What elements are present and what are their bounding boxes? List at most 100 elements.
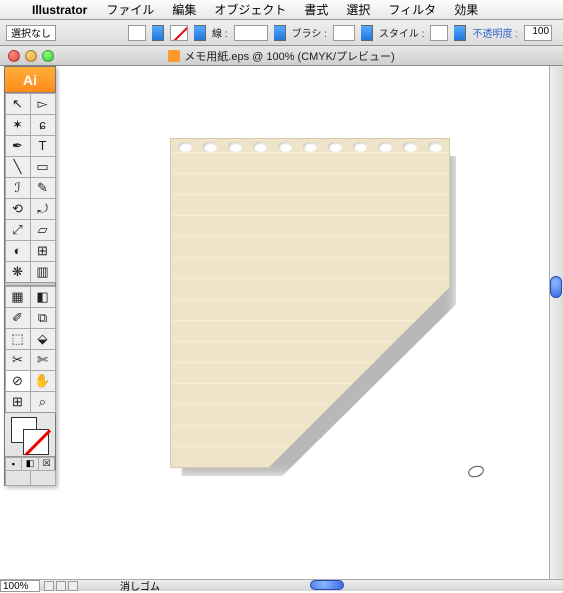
hole-icon xyxy=(178,142,192,152)
hole-icon xyxy=(203,142,217,152)
stroke-swatch[interactable] xyxy=(170,25,188,41)
document-titlebar: メモ用紙.eps @ 100% (CMYK/プレビュー) xyxy=(0,46,563,66)
warp-tool[interactable]: ◐ xyxy=(5,240,31,262)
hole-icon xyxy=(353,142,367,152)
nav-right-icon[interactable] xyxy=(68,581,78,591)
fill-stroke-control[interactable] xyxy=(5,412,55,456)
hole-icon xyxy=(303,142,317,152)
nav-left-icon[interactable] xyxy=(56,581,66,591)
system-menubar: Illustrator ファイル 編集 オブジェクト 書式 選択 フィルタ 効果 xyxy=(0,0,563,20)
slice-tool[interactable]: ✂ xyxy=(5,349,31,371)
line-tool[interactable]: ╲ xyxy=(5,156,31,178)
tool-grid: ↖ ▻ ✶ ɕ ✒ T ╲ ▭ ℐ ✎ ⟲ ⤾ ⤢ ▱ ◐ ⊞ ❋ ▥ ▦ ◧ … xyxy=(5,93,55,412)
color-mode-gradient[interactable]: ◧ xyxy=(21,457,39,471)
hand-tool[interactable]: ✋ xyxy=(30,370,56,392)
hole-icon xyxy=(428,142,442,152)
menu-edit[interactable]: 編集 xyxy=(163,1,205,18)
artwork-memo-paper[interactable] xyxy=(170,138,450,468)
magic-wand-tool[interactable]: ✶ xyxy=(5,114,31,136)
eraser-tool[interactable]: ⊘ xyxy=(5,370,31,392)
hole-icon xyxy=(378,142,392,152)
live-paint-select-tool[interactable]: ⬙ xyxy=(30,328,56,350)
status-bar: 100% 消しゴム xyxy=(0,579,563,591)
type-tool[interactable]: T xyxy=(30,135,56,157)
color-mode-solid[interactable]: ▪ xyxy=(5,457,23,471)
zoom-tool[interactable]: ⌕ xyxy=(30,391,56,413)
eraser-cursor-icon xyxy=(467,464,486,479)
free-transform-tool[interactable]: ⊞ xyxy=(30,240,56,262)
memo-paper-shape[interactable] xyxy=(170,138,450,468)
shear-tool[interactable]: ▱ xyxy=(30,219,56,241)
zoom-dropdown[interactable] xyxy=(44,581,54,591)
reflect-tool[interactable]: ⤾ xyxy=(30,198,56,220)
eyedropper-tool[interactable]: ✐ xyxy=(5,307,31,329)
minimize-button[interactable] xyxy=(25,50,37,62)
fill-dropdown[interactable] xyxy=(152,25,164,41)
menu-file[interactable]: ファイル xyxy=(97,1,163,18)
fill-swatch[interactable] xyxy=(128,25,146,41)
pen-tool[interactable]: ✒ xyxy=(5,135,31,157)
stroke-dropdown[interactable] xyxy=(194,25,206,41)
screen-mode-normal[interactable] xyxy=(5,470,31,486)
stroke-weight-dropdown[interactable] xyxy=(274,25,286,41)
brush-dropdown[interactable] xyxy=(361,25,373,41)
zoom-level-field[interactable]: 100% xyxy=(0,580,40,592)
hole-icon xyxy=(278,142,292,152)
lasso-tool[interactable]: ɕ xyxy=(30,114,56,136)
hole-icon xyxy=(403,142,417,152)
window-controls xyxy=(0,50,62,62)
menu-filter[interactable]: フィルタ xyxy=(379,1,445,18)
symbol-sprayer-tool[interactable]: ❋ xyxy=(5,261,31,283)
direct-selection-tool[interactable]: ▻ xyxy=(30,93,56,115)
menu-type[interactable]: 書式 xyxy=(295,1,337,18)
style-dropdown[interactable] xyxy=(454,25,466,41)
pencil-tool[interactable]: ✎ xyxy=(30,177,56,199)
workspace: Ai ↖ ▻ ✶ ɕ ✒ T ╲ ▭ ℐ ✎ ⟲ ⤾ ⤢ ▱ ◐ ⊞ ❋ ▥ ▦… xyxy=(0,66,563,579)
zoom-button[interactable] xyxy=(42,50,54,62)
screen-mode-full[interactable] xyxy=(30,470,56,486)
live-paint-tool[interactable]: ⬚ xyxy=(5,328,31,350)
opacity-label[interactable]: 不透明度 : xyxy=(472,25,518,40)
brush-swatch[interactable] xyxy=(333,25,355,41)
horizontal-scroll-thumb[interactable] xyxy=(310,580,344,590)
mesh-tool[interactable]: ▦ xyxy=(5,286,31,308)
document-canvas[interactable] xyxy=(60,66,549,579)
stroke-color-icon[interactable] xyxy=(23,429,49,455)
style-label: スタイル : xyxy=(379,25,425,40)
vertical-scroll-thumb[interactable] xyxy=(550,276,562,298)
style-swatch[interactable] xyxy=(430,25,448,41)
hole-icon xyxy=(228,142,242,152)
stroke-weight-label: 線 : xyxy=(212,25,228,40)
illustrator-logo: Ai xyxy=(5,67,55,93)
color-mode-none[interactable]: ☒ xyxy=(38,457,56,471)
graph-tool[interactable]: ▥ xyxy=(30,261,56,283)
color-mode-row: ▪ ◧ ☒ xyxy=(5,456,55,470)
app-menu[interactable]: Illustrator xyxy=(22,3,97,17)
rotate-tool[interactable]: ⟲ xyxy=(5,198,31,220)
paintbrush-tool[interactable]: ℐ xyxy=(5,177,31,199)
scale-tool[interactable]: ⤢ xyxy=(5,219,31,241)
selection-tool[interactable]: ↖ xyxy=(5,93,31,115)
vertical-scrollbar[interactable] xyxy=(549,66,563,579)
document-icon xyxy=(168,50,180,62)
blend-tool[interactable]: ⧉ xyxy=(30,307,56,329)
scissors-tool[interactable]: ✄ xyxy=(30,349,56,371)
brush-label: ブラシ : xyxy=(292,25,327,40)
menu-effect[interactable]: 効果 xyxy=(445,1,487,18)
close-button[interactable] xyxy=(8,50,20,62)
tool-panel: Ai ↖ ▻ ✶ ɕ ✒ T ╲ ▭ ℐ ✎ ⟲ ⤾ ⤢ ▱ ◐ ⊞ ❋ ▥ ▦… xyxy=(4,66,56,486)
control-bar: 選択なし 線 : ブラシ : スタイル : 不透明度 : 100 xyxy=(0,20,563,46)
document-title: メモ用紙.eps @ 100% (CMYK/プレビュー) xyxy=(0,48,563,64)
hole-icon xyxy=(328,142,342,152)
menu-select[interactable]: 選択 xyxy=(337,1,379,18)
stroke-weight-field[interactable] xyxy=(234,25,268,41)
gradient-tool[interactable]: ◧ xyxy=(30,286,56,308)
rectangle-tool[interactable]: ▭ xyxy=(30,156,56,178)
menu-object[interactable]: オブジェクト xyxy=(205,1,295,18)
hole-icon xyxy=(253,142,267,152)
opacity-field[interactable]: 100 xyxy=(524,25,552,41)
selection-status: 選択なし xyxy=(6,25,56,41)
artboard-tool[interactable]: ⊞ xyxy=(5,391,31,413)
binding-holes xyxy=(178,142,442,158)
screen-mode-row xyxy=(5,470,55,485)
